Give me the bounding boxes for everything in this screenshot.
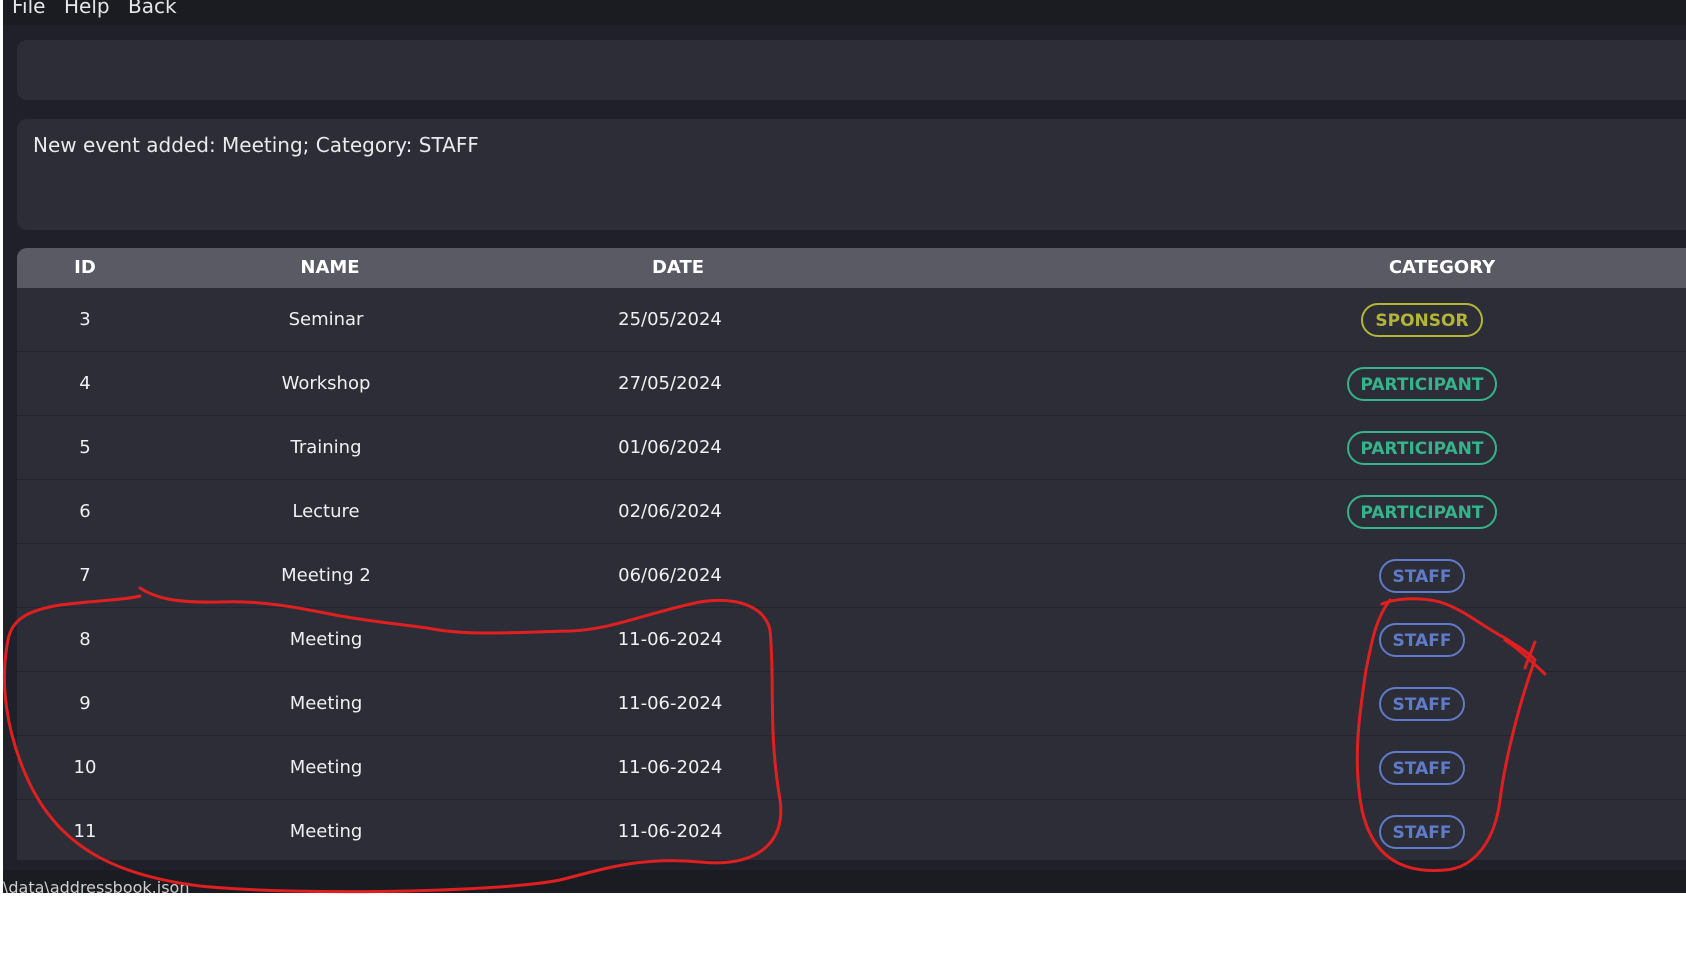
cell-id: 4 — [79, 373, 91, 394]
cell-name: Lecture — [292, 501, 360, 522]
cell-name: Training — [290, 437, 362, 458]
category-badge: STAFF — [1378, 687, 1466, 721]
menu-file[interactable]: File — [12, 0, 45, 18]
cell-name: Meeting — [289, 693, 363, 714]
cell-id: 11 — [73, 821, 97, 842]
cell-category: PARTICIPANT — [1307, 480, 1537, 544]
cell-id: 3 — [79, 309, 91, 330]
category-badge: PARTICIPANT — [1346, 431, 1498, 465]
menu-help[interactable]: Help — [64, 0, 110, 18]
cell-name: Meeting 2 — [281, 565, 371, 586]
category-badge: SPONSOR — [1361, 303, 1483, 337]
header-name[interactable]: NAME — [230, 248, 430, 288]
cell-date: 06/06/2024 — [618, 565, 722, 586]
cell-name: Meeting — [289, 821, 363, 842]
cell-date: 25/05/2024 — [618, 309, 722, 330]
table-row[interactable]: 8 Meeting 11-06-2024 STAFF — [17, 608, 1686, 672]
category-badge: STAFF — [1378, 623, 1466, 657]
cell-date: 11-06-2024 — [617, 693, 723, 714]
data-file-path: \data\addressbook.json — [3, 878, 190, 893]
cell-id: 6 — [79, 501, 91, 522]
table-row[interactable]: 3 Seminar 25/05/2024 SPONSOR — [17, 288, 1686, 352]
cell-category: STAFF — [1307, 544, 1537, 608]
cell-date: 27/05/2024 — [618, 373, 722, 394]
cell-category: STAFF — [1307, 672, 1537, 736]
category-badge: PARTICIPANT — [1346, 367, 1498, 401]
cell-date: 11-06-2024 — [617, 757, 723, 778]
header-id[interactable]: ID — [45, 248, 125, 288]
cell-date: 02/06/2024 — [618, 501, 722, 522]
command-input[interactable] — [17, 40, 1686, 100]
table-header: ID NAME DATE CATEGORY — [17, 248, 1686, 288]
cell-category: PARTICIPANT — [1307, 352, 1537, 416]
cell-id: 9 — [79, 693, 91, 714]
menu-back[interactable]: Back — [128, 0, 177, 18]
cell-date: 11-06-2024 — [617, 629, 723, 650]
category-badge: PARTICIPANT — [1346, 495, 1498, 529]
cell-name: Meeting — [289, 757, 363, 778]
category-badge: STAFF — [1378, 751, 1466, 785]
table-row[interactable]: 4 Workshop 27/05/2024 PARTICIPANT — [17, 352, 1686, 416]
app-window: File Help Back New event added: Meeting;… — [3, 0, 1686, 893]
cell-id: 8 — [79, 629, 91, 650]
menu-bar: File Help Back — [3, 0, 1686, 25]
cell-date: 11-06-2024 — [617, 821, 723, 842]
header-category[interactable]: CATEGORY — [1342, 248, 1542, 288]
cell-name: Seminar — [288, 309, 364, 330]
header-date[interactable]: DATE — [578, 248, 778, 288]
table-row[interactable]: 9 Meeting 11-06-2024 STAFF — [17, 672, 1686, 736]
table-row[interactable]: 7 Meeting 2 06/06/2024 STAFF — [17, 544, 1686, 608]
table-row[interactable]: 6 Lecture 02/06/2024 PARTICIPANT — [17, 480, 1686, 544]
table-row[interactable]: 10 Meeting 11-06-2024 STAFF — [17, 736, 1686, 800]
cell-category: STAFF — [1307, 800, 1537, 860]
category-badge: STAFF — [1378, 559, 1466, 593]
cell-category: SPONSOR — [1307, 288, 1537, 352]
event-table: ID NAME DATE CATEGORY 3 Seminar 25/05/2024… — [17, 248, 1686, 860]
cell-name: Meeting — [289, 629, 363, 650]
table-row[interactable]: 11 Meeting 11-06-2024 STAFF — [17, 800, 1686, 860]
cell-date: 01/06/2024 — [618, 437, 722, 458]
result-display: New event added: Meeting; Category: STAF… — [17, 119, 1686, 230]
cell-id: 10 — [73, 757, 97, 778]
status-bar: \data\addressbook.json — [3, 870, 1686, 893]
cell-category: STAFF — [1307, 608, 1537, 672]
category-badge: STAFF — [1378, 815, 1466, 849]
cell-category: STAFF — [1307, 736, 1537, 800]
cell-category: PARTICIPANT — [1307, 416, 1537, 480]
result-message: New event added: Meeting; Category: STAF… — [33, 133, 479, 157]
cell-id: 7 — [79, 565, 91, 586]
cell-id: 5 — [79, 437, 91, 458]
cell-name: Workshop — [281, 373, 371, 394]
table-row[interactable]: 5 Training 01/06/2024 PARTICIPANT — [17, 416, 1686, 480]
